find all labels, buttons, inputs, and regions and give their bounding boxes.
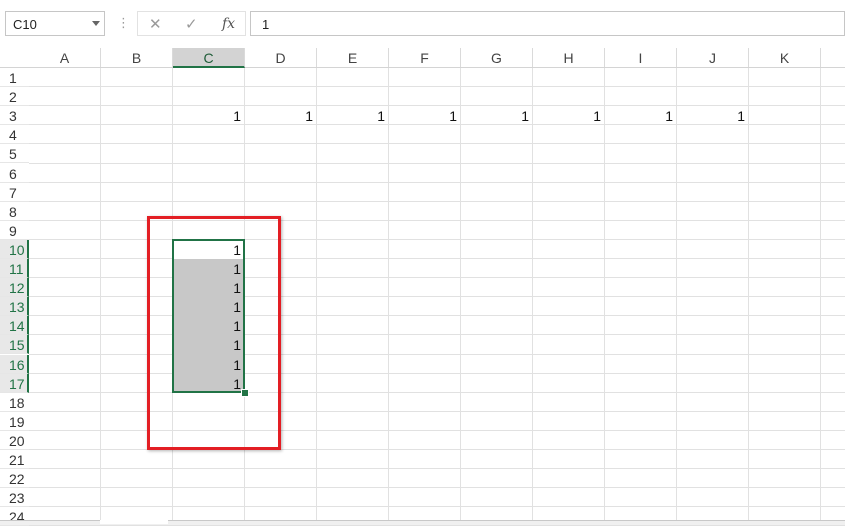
row-header-22[interactable]: 22 [0,469,29,489]
column-header-c[interactable]: C [173,48,245,68]
grid-line [29,487,845,489]
row-header-11[interactable]: 11 [0,259,29,278]
column-header-k[interactable]: K [749,48,821,67]
name-box-value: C10 [13,17,37,32]
cell-c3[interactable]: 1 [173,106,245,125]
row-header-10[interactable]: 10 [0,239,29,259]
formula-toolbar: C10 ⋮ ✕ ✓ fx 1 [0,0,845,48]
row-header-4[interactable]: 4 [0,125,29,145]
row-headers: 1 2 3 4 5 6 7 8 9 10 11 12 13 14 15 16 17 18 19 20 21 22 23 24 [0,68,29,527]
insert-function-icon[interactable]: fx [222,16,235,32]
column-header-f[interactable]: F [389,48,461,67]
row-header-23[interactable]: 23 [0,488,29,508]
chevron-down-icon[interactable] [92,21,100,26]
cell-h3[interactable]: 1 [533,106,605,125]
column-header-d[interactable]: D [245,48,317,67]
row-header-13[interactable]: 13 [0,297,29,317]
column-header-j[interactable]: J [677,48,749,67]
column-header-h[interactable]: H [533,48,605,67]
more-options-icon[interactable]: ⋮ [117,14,130,32]
column-header-a[interactable]: A [29,48,101,67]
row-header-3[interactable]: 3 [0,106,29,126]
row-header-7[interactable]: 7 [0,183,29,202]
row-header-18[interactable]: 18 [0,393,29,412]
row-header-16[interactable]: 16 [0,354,29,374]
row-header-15[interactable]: 15 [0,335,29,355]
cell-i3[interactable]: 1 [605,106,677,125]
column-header-i[interactable]: I [605,48,677,67]
name-box[interactable]: C10 [5,11,105,36]
row-header-12[interactable]: 12 [0,278,29,298]
grid-line [29,525,845,527]
formula-value: 1 [262,17,270,32]
grid-line [29,86,845,88]
grid-line [29,200,845,202]
row-header-17[interactable]: 17 [0,373,29,393]
grid-line [29,468,845,470]
cancel-icon[interactable]: ✕ [149,15,162,33]
formula-input[interactable]: 1 [250,11,845,36]
row-header-20[interactable]: 20 [0,431,29,450]
row-header-6[interactable]: 6 [0,164,29,183]
grid-line [29,181,845,183]
highlight-box [147,216,281,450]
formula-buttons: ✕ ✓ fx [137,11,246,36]
column-header-b[interactable]: B [101,48,173,67]
row-header-5[interactable]: 5 [0,144,29,164]
cell-j3[interactable]: 1 [677,106,749,125]
column-headers: ABCDEFGHIJK [0,48,845,68]
sheet-tab[interactable] [100,520,168,524]
grid-line [29,506,845,508]
cell-e3[interactable]: 1 [317,106,389,125]
column-header-e[interactable]: E [317,48,389,67]
check-icon[interactable]: ✓ [185,15,198,33]
row-header-8[interactable]: 8 [0,202,29,221]
grid-line [29,143,845,145]
row-header-14[interactable]: 14 [0,316,29,336]
grid-line [29,162,845,164]
column-header-g[interactable]: G [461,48,533,67]
row-header-1[interactable]: 1 [0,68,29,87]
row-header-21[interactable]: 21 [0,450,29,469]
cell-d3[interactable]: 1 [245,106,317,125]
row-header-9[interactable]: 9 [0,221,29,240]
row-header-2[interactable]: 2 [0,87,29,107]
row-header-19[interactable]: 19 [0,412,29,431]
cell-f3[interactable]: 1 [389,106,461,125]
cell-g3[interactable]: 1 [461,106,533,125]
